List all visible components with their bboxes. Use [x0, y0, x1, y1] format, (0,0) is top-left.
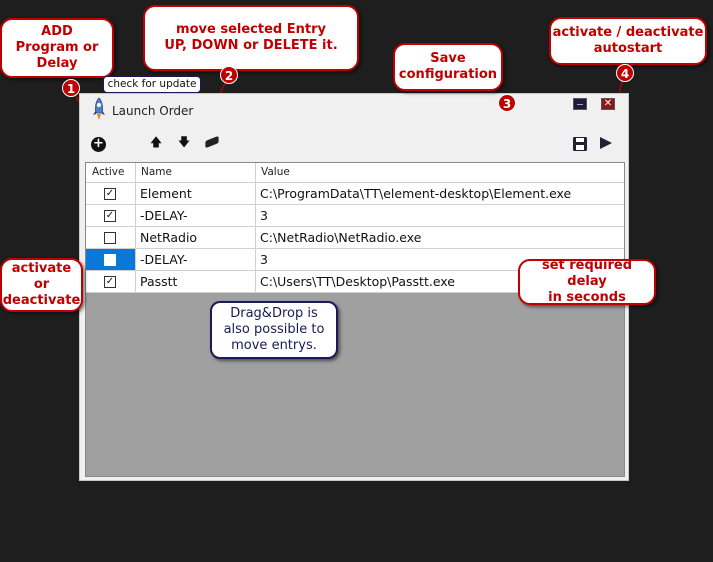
header-value[interactable]: Value — [256, 163, 624, 182]
active-checkbox[interactable]: ✓ — [104, 188, 116, 200]
row-name[interactable]: Element — [136, 183, 256, 204]
badge-3: 3 — [498, 94, 516, 112]
row-name[interactable]: -DELAY- — [136, 249, 256, 270]
callout-activate: activate or deactivate — [0, 258, 83, 312]
row-name[interactable]: -DELAY- — [136, 205, 256, 226]
delete-eraser-icon[interactable] — [205, 135, 219, 149]
callout-delay: set required delay in seconds — [518, 258, 656, 305]
badge-4: 4 — [616, 64, 634, 82]
move-up-arrow-icon[interactable]: 🡅 — [149, 135, 163, 151]
autostart-play-icon[interactable] — [600, 137, 612, 149]
check-update-tooltip[interactable]: check for update — [103, 76, 201, 93]
row-value[interactable]: C:\ProgramData\TT\element-desktop\Elemen… — [256, 183, 624, 204]
row-value[interactable]: 3 — [256, 205, 624, 226]
table-row[interactable]: NetRadio C:\NetRadio\NetRadio.exe — [86, 227, 624, 249]
table-row[interactable]: ✓ Element C:\ProgramData\TT\element-desk… — [86, 183, 624, 205]
minimize-button[interactable] — [573, 98, 587, 110]
callout-dragdrop: Drag&Drop is also possible to move entry… — [210, 301, 338, 359]
window-title: Launch Order — [112, 104, 194, 118]
row-name[interactable]: Passtt — [136, 271, 256, 292]
close-button[interactable]: ✕ — [601, 98, 615, 110]
badge-1: 1 — [62, 79, 80, 97]
table-header: Active Name Value — [86, 163, 624, 183]
save-floppy-icon[interactable] — [572, 136, 588, 152]
badge-2: 2 — [220, 66, 238, 84]
table-row[interactable]: ✓ -DELAY- 3 — [86, 205, 624, 227]
header-name[interactable]: Name — [136, 163, 256, 182]
active-checkbox[interactable] — [104, 254, 116, 266]
header-active[interactable]: Active — [86, 163, 136, 182]
callout-move: move selected Entry UP, DOWN or DELETE i… — [143, 5, 359, 71]
row-value[interactable]: C:\NetRadio\NetRadio.exe — [256, 227, 624, 248]
add-entry-button[interactable]: + — [91, 137, 106, 152]
active-checkbox[interactable]: ✓ — [104, 210, 116, 222]
callout-autostart: activate / deactivate autostart — [549, 17, 707, 65]
active-checkbox[interactable] — [104, 232, 116, 244]
active-checkbox[interactable]: ✓ — [104, 276, 116, 288]
callout-add: ADD Program or Delay — [0, 18, 114, 78]
rocket-icon — [90, 97, 108, 121]
callout-save: Save configuration — [393, 43, 503, 91]
launch-order-table: Active Name Value ✓ Element C:\ProgramDa… — [85, 162, 625, 477]
row-name[interactable]: NetRadio — [136, 227, 256, 248]
move-down-arrow-icon[interactable]: 🡇 — [177, 135, 191, 151]
